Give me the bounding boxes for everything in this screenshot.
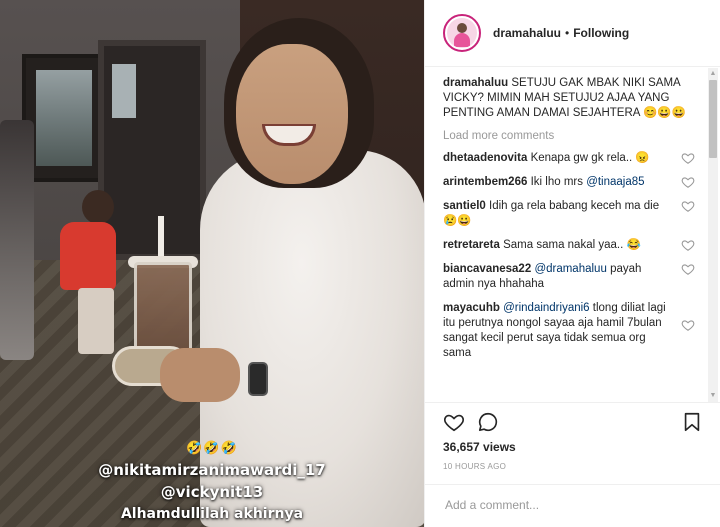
overlay-line-3: Alhamdullilah akhirnya (120, 506, 304, 522)
add-comment-bar (425, 484, 720, 527)
load-more-comments[interactable]: Load more comments (443, 130, 695, 142)
child-head (82, 190, 114, 224)
heart-icon[interactable] (681, 262, 695, 276)
comment-username[interactable]: dhetaadenovita (443, 152, 527, 164)
avatar[interactable] (443, 14, 481, 52)
comment-text: Kenapa gw gk rela.. (530, 152, 633, 164)
video-player[interactable]: 🤣🤣🤣 @nikitamirzanimawardi_17 @vickynit13… (0, 0, 424, 527)
bookmark-icon[interactable] (681, 411, 703, 433)
comment-emoji: 😠 (635, 152, 650, 164)
list-item: biancavanesa22 @dramahaluu payah admin n… (443, 262, 695, 292)
comment-mention[interactable]: @dramahaluu (534, 263, 606, 275)
hand (160, 348, 240, 402)
movie-poster-frame (22, 54, 104, 182)
comment-text: Iki lho mrs (530, 176, 583, 188)
comment-username[interactable]: arintembem266 (443, 176, 527, 188)
caption-emoji: 😊😀😀 (643, 107, 686, 119)
light-panel (112, 64, 136, 118)
child-legs (78, 288, 114, 354)
overlay-emoji: 🤣🤣🤣 (186, 440, 238, 455)
list-item: arintembem266 Iki lho mrs @tinaaja85 (443, 175, 695, 190)
heart-icon[interactable] (681, 199, 695, 213)
comment-username[interactable]: santiel0 (443, 200, 486, 212)
comment-text: Idih ga rela babang keceh ma die (489, 200, 660, 212)
post-timestamp[interactable]: 10 HOURS AGO (443, 462, 506, 471)
adult-figure (0, 120, 34, 360)
add-comment-input[interactable] (445, 498, 695, 512)
scrollbar-thumb[interactable] (709, 80, 717, 158)
child-figure (60, 222, 116, 290)
header-separator: • (565, 26, 570, 40)
woman-face (236, 44, 348, 184)
list-item: mayacuhb @rindaindriyani6 tlong diliat l… (443, 301, 695, 361)
heart-icon[interactable] (681, 151, 695, 165)
post-header: dramahaluu • Following (425, 0, 720, 67)
comment-username[interactable]: retretareta (443, 239, 500, 251)
header-username[interactable]: dramahaluu (493, 26, 561, 40)
comment-mention[interactable]: @rindaindriyani6 (503, 302, 589, 314)
following-button[interactable]: Following (573, 26, 629, 40)
heart-icon[interactable] (443, 411, 465, 433)
post-caption: dramahaluu SETUJU GAK MBAK NIKI SAMA VIC… (443, 76, 695, 121)
scroll-down-arrow-icon[interactable]: ▼ (708, 392, 718, 400)
comment-emoji: 😂 (626, 239, 641, 251)
comments-list[interactable]: dramahaluu SETUJU GAK MBAK NIKI SAMA VIC… (425, 68, 720, 402)
post-actions (425, 402, 720, 438)
comment-emoji: 😢😀 (443, 215, 472, 227)
post-side-panel: dramahaluu • Following dramahaluu SETUJU… (424, 0, 720, 527)
list-item: retretareta Sama sama nakal yaa.. 😂 (443, 238, 695, 253)
comment-mention[interactable]: @tinaaja85 (586, 176, 644, 188)
caption-username[interactable]: dramahaluu (443, 77, 508, 89)
overlay-line-2: @vickynit13 (160, 483, 264, 501)
comment-text: Sama sama nakal yaa.. (503, 239, 624, 251)
list-item: santiel0 Idih ga rela babang keceh ma di… (443, 199, 695, 229)
views-count[interactable]: 36,657 views (443, 440, 516, 454)
comment-username[interactable]: biancavanesa22 (443, 263, 531, 275)
heart-icon[interactable] (681, 238, 695, 252)
heart-icon[interactable] (681, 318, 695, 332)
overlay-line-1: @nikitamirzanimawardi_17 (98, 461, 326, 479)
drink-cup (134, 262, 192, 358)
comment-username[interactable]: mayacuhb (443, 302, 500, 314)
wrist-watch (248, 362, 268, 396)
list-item: dhetaadenovita Kenapa gw gk rela.. 😠 (443, 151, 695, 166)
comment-icon[interactable] (477, 411, 499, 433)
heart-icon[interactable] (681, 175, 695, 189)
scroll-up-arrow-icon[interactable]: ▲ (708, 70, 718, 78)
